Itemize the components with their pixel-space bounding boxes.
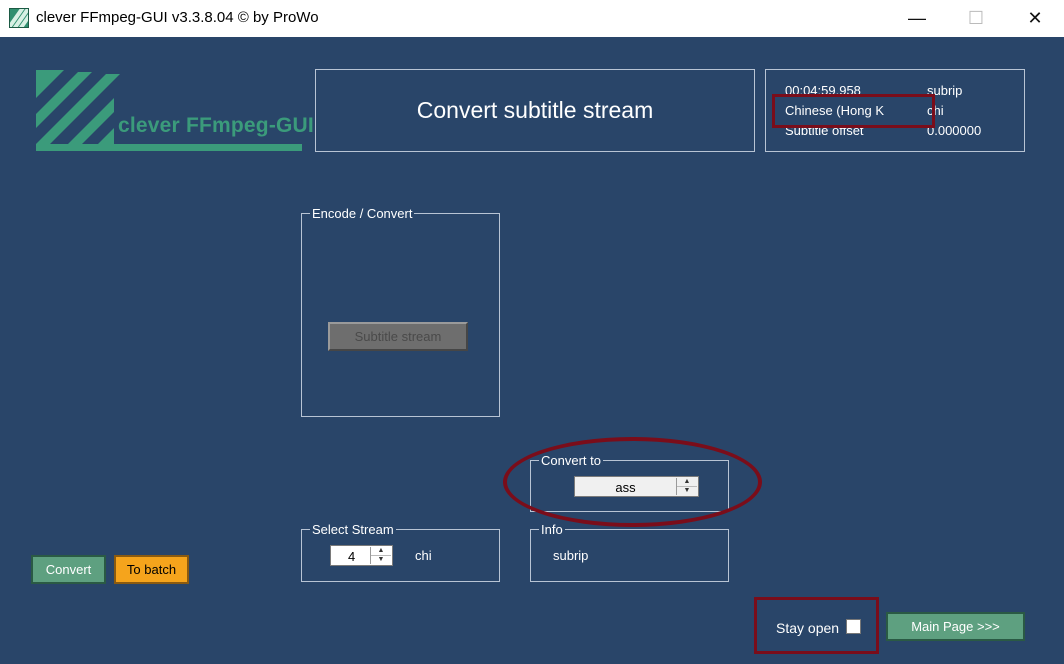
ffmpeg-logo — [36, 70, 302, 151]
to-batch-button[interactable]: To batch — [114, 555, 189, 584]
main-page-button[interactable]: Main Page >>> — [886, 612, 1025, 641]
close-button[interactable]: ✕ — [1006, 0, 1064, 37]
subtitle-stream-button[interactable]: Subtitle stream — [328, 322, 468, 351]
stream-language-text: chi — [415, 548, 432, 563]
app-icon — [9, 8, 29, 28]
encode-convert-group: Encode / Convert — [301, 206, 500, 417]
annotation-highlight-stay-open — [754, 597, 879, 654]
minimize-button[interactable]: — — [888, 0, 946, 37]
annotation-ellipse-convert-to — [503, 437, 762, 527]
stream-number-spinner[interactable]: ▲ ▼ — [370, 547, 391, 564]
title-bar: clever FFmpeg-GUI v3.3.8.04 © by ProWo —… — [0, 0, 1064, 37]
annotation-highlight-language — [772, 94, 935, 128]
page-heading: Convert subtitle stream — [315, 69, 755, 152]
offset-value: 0.000000 — [927, 123, 982, 138]
logo-text: clever FFmpeg-GUI — [118, 114, 314, 137]
select-stream-legend: Select Stream — [310, 522, 396, 537]
encode-convert-legend: Encode / Convert — [310, 206, 415, 221]
window-title: clever FFmpeg-GUI v3.3.8.04 © by ProWo — [36, 9, 319, 26]
maximize-button[interactable]: ☐ — [947, 0, 1005, 37]
stream-number-value: 4 — [348, 549, 356, 564]
stream-number-stepper[interactable]: 4 ▲ ▼ — [330, 545, 393, 566]
convert-button[interactable]: Convert — [31, 555, 106, 584]
info-legend: Info — [539, 522, 565, 537]
info-value-text: subrip — [553, 548, 589, 563]
